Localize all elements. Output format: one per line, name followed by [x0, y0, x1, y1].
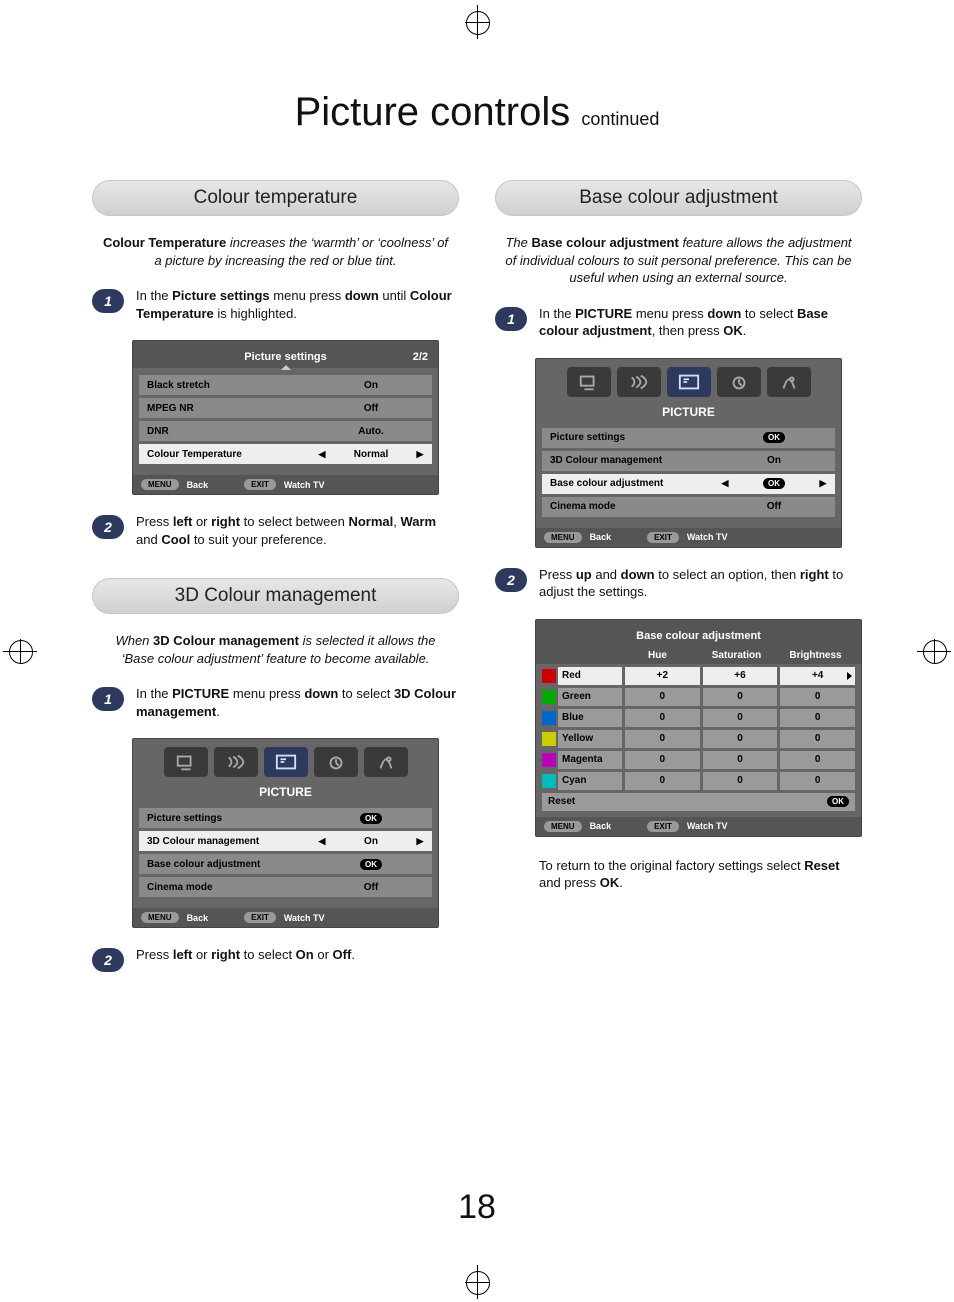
- step-badge-2: 2: [92, 515, 124, 539]
- back-label: Back: [187, 913, 209, 923]
- colour-row[interactable]: Cyan000: [542, 772, 855, 790]
- panel-title: Base colour adjustment: [536, 630, 861, 642]
- base-colour-intro: The Base colour adjustment feature allow…: [495, 234, 862, 297]
- 3d-colour-intro: When 3D Colour management is selected it…: [92, 632, 459, 677]
- menu-row[interactable]: Colour Temperature◀Normal▶: [139, 444, 432, 464]
- colour-temperature-intro: Colour Temperature increases the ‘warmth…: [92, 234, 459, 279]
- step-badge-1: 1: [92, 687, 124, 711]
- sound-icon: [214, 747, 258, 777]
- setup-icon: [164, 747, 208, 777]
- menu-row[interactable]: Cinema mode◀Off▶: [139, 877, 432, 897]
- back-label: Back: [590, 532, 612, 542]
- menu-button[interactable]: MENU: [141, 479, 179, 490]
- colour-row[interactable]: Yellow000: [542, 730, 855, 748]
- arrow-up-icon: [281, 365, 291, 370]
- back-label: Back: [590, 821, 612, 831]
- panel-title: PICTURE: [133, 781, 438, 801]
- exit-button[interactable]: EXIT: [647, 532, 679, 543]
- heading-base-colour-adjustment: Base colour adjustment: [495, 180, 862, 216]
- step-badge-2: 2: [92, 948, 124, 972]
- lock-icon: [364, 747, 408, 777]
- watch-tv-label: Watch TV: [284, 480, 325, 490]
- picture-icon: [667, 367, 711, 397]
- step-2-3d-colour: 2 Press left or right to select On or Of…: [92, 946, 459, 972]
- menu-row[interactable]: 3D Colour management◀On▶: [139, 831, 432, 851]
- step-1-colour-temp: 1 In the Picture settings menu press dow…: [92, 287, 459, 322]
- menu-row[interactable]: DNR◀Auto.▶: [139, 421, 432, 441]
- menu-row[interactable]: Picture settings◀OK▶: [542, 428, 835, 448]
- colour-swatch: [542, 690, 556, 704]
- colour-row[interactable]: Magenta000: [542, 751, 855, 769]
- watch-tv-label: Watch TV: [687, 532, 728, 542]
- watch-tv-label: Watch TV: [687, 821, 728, 831]
- step-1-3d-colour: 1 In the PICTURE menu press down to sele…: [92, 685, 459, 720]
- colour-row[interactable]: Blue000: [542, 709, 855, 727]
- exit-button[interactable]: EXIT: [647, 821, 679, 832]
- step-2-base-colour: 2 Press up and down to select an option,…: [495, 566, 862, 601]
- setup-icon: [567, 367, 611, 397]
- colour-swatch: [542, 774, 556, 788]
- watch-tv-label: Watch TV: [284, 913, 325, 923]
- exit-button[interactable]: EXIT: [244, 479, 276, 490]
- colour-swatch: [542, 711, 556, 725]
- heading-3d-colour-management: 3D Colour management: [92, 578, 459, 614]
- colour-row[interactable]: Green000: [542, 688, 855, 706]
- right-column: Base colour adjustment The Base colour a…: [495, 180, 862, 984]
- crop-mark-bottom: [465, 1265, 489, 1299]
- sound-icon: [617, 367, 661, 397]
- picture-icon: [264, 747, 308, 777]
- colour-swatch: [542, 753, 556, 767]
- page-number: 18: [0, 1188, 954, 1227]
- ok-pill: OK: [827, 796, 849, 807]
- colour-row[interactable]: Red+2+6+4: [542, 667, 855, 685]
- menu-row[interactable]: Black stretch◀On▶: [139, 375, 432, 395]
- timer-icon: [314, 747, 358, 777]
- menu-button[interactable]: MENU: [544, 532, 582, 543]
- left-column: Colour temperature Colour Temperature in…: [92, 180, 459, 984]
- col-saturation: Saturation: [697, 650, 776, 661]
- crop-mark-left: [3, 639, 37, 663]
- menu-row[interactable]: 3D Colour management◀On▶: [542, 451, 835, 471]
- col-hue: Hue: [618, 650, 697, 661]
- step-2-colour-temp: 2 Press left or right to select between …: [92, 513, 459, 548]
- panel-title: PICTURE: [536, 401, 841, 421]
- back-label: Back: [187, 480, 209, 490]
- col-brightness: Brightness: [776, 650, 855, 661]
- picture-menu-panel-right: PICTURE Picture settings◀OK▶ 3D Colour ma…: [535, 358, 842, 548]
- menu-row[interactable]: Picture settings◀OK▶: [139, 808, 432, 828]
- step-badge-1: 1: [92, 289, 124, 313]
- panel-page: 2/2: [413, 351, 428, 363]
- picture-settings-panel: Picture settings 2/2 Black stretch◀On▶ MP…: [132, 340, 439, 495]
- menu-button[interactable]: MENU: [544, 821, 582, 832]
- menu-row[interactable]: MPEG NR◀Off▶: [139, 398, 432, 418]
- step-badge-1: 1: [495, 307, 527, 331]
- reset-row[interactable]: ResetOK: [542, 793, 855, 811]
- crop-mark-right: [917, 639, 951, 663]
- reset-note: To return to the original factory settin…: [539, 857, 862, 892]
- heading-colour-temperature: Colour temperature: [92, 180, 459, 216]
- menu-button[interactable]: MENU: [141, 912, 179, 923]
- menu-row[interactable]: Cinema mode◀Off▶: [542, 497, 835, 517]
- base-colour-adjustment-panel: Base colour adjustment Hue Saturation Br…: [535, 619, 862, 837]
- lock-icon: [767, 367, 811, 397]
- page-title: Picture controls continued: [0, 90, 954, 135]
- panel-title: Picture settings: [133, 351, 438, 363]
- exit-button[interactable]: EXIT: [244, 912, 276, 923]
- crop-mark-top: [465, 5, 489, 39]
- timer-icon: [717, 367, 761, 397]
- menu-row[interactable]: Base colour adjustment◀OK▶: [542, 474, 835, 494]
- step-badge-2: 2: [495, 568, 527, 592]
- colour-swatch: [542, 732, 556, 746]
- colour-swatch: [542, 669, 556, 683]
- picture-menu-panel-left: PICTURE Picture settings◀OK▶ 3D Colour ma…: [132, 738, 439, 928]
- step-1-base-colour: 1 In the PICTURE menu press down to sele…: [495, 305, 862, 340]
- menu-row[interactable]: Base colour adjustment◀OK▶: [139, 854, 432, 874]
